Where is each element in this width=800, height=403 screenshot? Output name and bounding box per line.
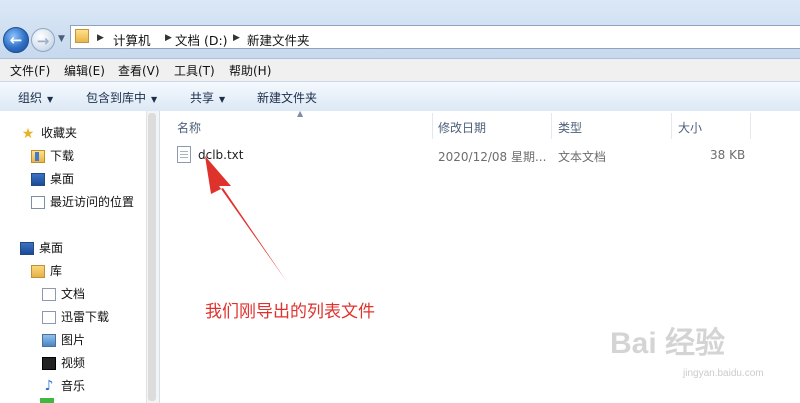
pictures-icon <box>42 334 56 347</box>
column-divider[interactable] <box>432 113 433 139</box>
sort-ascending-icon: ▲ <box>297 109 304 118</box>
nav-item-label: 迅雷下载 <box>61 310 110 324</box>
file-size: 38 KB <box>710 148 746 162</box>
desktop-icon <box>31 173 45 186</box>
recent-pages-dropdown-icon[interactable]: ▼ <box>58 34 68 46</box>
partial-nav-icon <box>40 398 54 403</box>
nav-item-documents[interactable]: 文档 <box>42 285 85 303</box>
menu-edit[interactable]: 编辑(E) <box>64 62 105 79</box>
watermark-url: jingyan.baidu.com <box>683 368 764 379</box>
nav-item-label: 图片 <box>61 333 86 347</box>
breadcrumb-separator-icon[interactable]: ▶ <box>165 30 172 46</box>
baidu-jingyan-watermark: Bai 经验 <box>610 327 726 360</box>
nav-item-xunlei-downloads[interactable]: 迅雷下载 <box>42 308 109 326</box>
nav-item-label: 音乐 <box>61 379 86 393</box>
desktop-icon <box>20 242 34 255</box>
music-note-icon: ♪ <box>44 378 54 394</box>
download-folder-icon <box>31 150 45 163</box>
library-icon <box>31 265 45 278</box>
column-header-type[interactable]: 类型 <box>558 119 582 136</box>
organize-button[interactable]: 组织 ▼ <box>18 89 53 106</box>
column-divider[interactable] <box>671 113 672 139</box>
documents-icon <box>42 288 56 301</box>
nav-desktop[interactable]: 桌面 <box>20 239 63 257</box>
nav-item-desktop-fav[interactable]: 桌面 <box>31 170 74 188</box>
column-divider[interactable] <box>551 113 552 139</box>
nav-item-recent-places[interactable]: 最近访问的位置 <box>31 193 134 211</box>
videos-icon <box>42 357 56 370</box>
breadcrumb-drive[interactable]: 文档 (D:) <box>175 30 228 49</box>
menu-help[interactable]: 帮助(H) <box>229 62 271 79</box>
include-in-library-button[interactable]: 包含到库中 ▼ <box>86 89 157 106</box>
breadcrumb-folder[interactable]: 新建文件夹 <box>247 30 310 49</box>
folder-icon <box>75 29 89 43</box>
menu-file[interactable]: 文件(F) <box>10 62 50 79</box>
nav-item-label: 最近访问的位置 <box>50 195 135 209</box>
back-arrow-icon: ← <box>9 31 23 49</box>
text-file-icon <box>177 146 191 163</box>
nav-favorites-label: 收藏夹 <box>41 126 78 140</box>
column-header-size[interactable]: 大小 <box>678 119 702 136</box>
address-input[interactable]: ▶ 计算机 ▶ 文档 (D:) ▶ 新建文件夹 <box>70 25 800 49</box>
nav-item-videos[interactable]: 视频 <box>42 354 85 372</box>
pane-divider[interactable] <box>159 111 160 403</box>
nav-item-downloads[interactable]: 下载 <box>31 147 74 165</box>
chevron-down-icon: ▼ <box>219 95 226 104</box>
chevron-down-icon: ▼ <box>47 95 54 104</box>
include-library-label: 包含到库中 <box>86 91 147 105</box>
back-button[interactable]: ← <box>3 27 29 53</box>
nav-item-label: 桌面 <box>50 172 75 186</box>
breadcrumb-computer[interactable]: 计算机 <box>113 30 151 49</box>
column-header-modified[interactable]: 修改日期 <box>438 119 486 136</box>
nav-item-pictures[interactable]: 图片 <box>42 331 85 349</box>
file-modified: 2020/12/08 星期... <box>438 150 547 164</box>
share-label: 共享 <box>190 91 215 105</box>
new-folder-button[interactable]: 新建文件夹 <box>257 89 317 106</box>
breadcrumb-separator-icon[interactable]: ▶ <box>97 30 104 46</box>
forward-button[interactable]: → <box>31 28 55 52</box>
nav-libraries[interactable]: 库 <box>31 262 62 280</box>
breadcrumb-separator-icon[interactable]: ▶ <box>233 30 240 46</box>
column-divider[interactable] <box>750 113 751 139</box>
navigation-scrollbar-thumb[interactable] <box>148 113 156 401</box>
nav-favorites[interactable]: ★ 收藏夹 <box>20 124 77 142</box>
downloads-library-icon <box>42 311 56 324</box>
share-button[interactable]: 共享 ▼ <box>190 89 225 106</box>
annotation-arrow <box>205 156 287 282</box>
column-header-name[interactable]: 名称 <box>177 119 201 136</box>
chevron-down-icon: ▼ <box>151 95 158 104</box>
command-bar: 组织 ▼ 包含到库中 ▼ 共享 ▼ 新建文件夹 <box>0 81 800 112</box>
recent-places-icon <box>31 196 45 209</box>
menu-tools[interactable]: 工具(T) <box>174 62 215 79</box>
organize-label: 组织 <box>18 91 43 105</box>
nav-item-music[interactable]: ♪ 音乐 <box>42 377 85 395</box>
nav-item-label: 文档 <box>61 287 86 301</box>
file-type: 文本文档 <box>558 150 607 164</box>
menu-bar: 文件(F) 编辑(E) 查看(V) 工具(T) 帮助(H) <box>0 59 800 81</box>
annotation-text: 我们刚导出的列表文件 <box>205 302 375 322</box>
nav-desktop-label: 桌面 <box>39 241 64 255</box>
star-icon: ★ <box>21 125 35 142</box>
forward-arrow-icon: → <box>36 32 50 50</box>
nav-libraries-label: 库 <box>50 264 63 278</box>
nav-item-label: 下载 <box>50 149 75 163</box>
nav-item-label: 视频 <box>61 356 86 370</box>
menu-view[interactable]: 查看(V) <box>118 62 160 79</box>
